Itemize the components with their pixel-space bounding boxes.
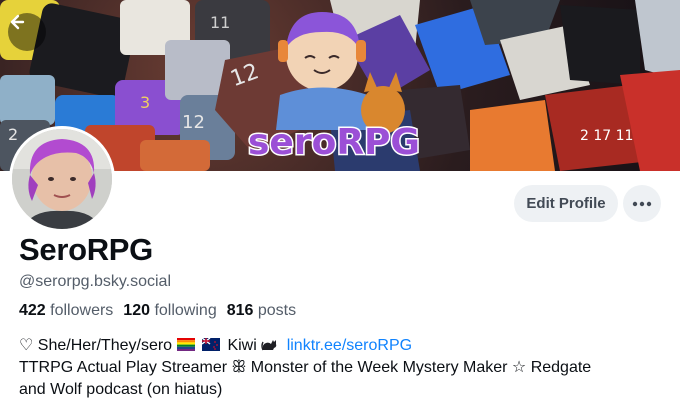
- avatar-photo: [12, 129, 112, 229]
- arrow-left-icon: [10, 14, 25, 30]
- bio-pronouns: ♡ She/Her/They/sero: [19, 337, 173, 354]
- svg-text:2 17 11: 2 17 11: [580, 128, 633, 144]
- followers-label: followers: [50, 302, 114, 319]
- new-zealand-flag-icon: [201, 338, 220, 351]
- ellipsis-icon: [632, 201, 652, 206]
- black-cat-icon: [261, 340, 277, 351]
- avatar[interactable]: [9, 126, 115, 232]
- followers-count: 422: [19, 302, 46, 319]
- display-name: SeroRPG: [19, 232, 153, 267]
- svg-text:2: 2: [8, 125, 18, 144]
- bio-line-1: ♡ She/Her/They/sero Kiwi linktr.ee/seroR…: [19, 335, 669, 357]
- svg-text:12: 12: [182, 112, 205, 133]
- following-stat[interactable]: 120 following: [123, 302, 216, 320]
- back-button[interactable]: [8, 13, 46, 51]
- edit-profile-button[interactable]: Edit Profile: [514, 185, 618, 222]
- bio-line-3: and Wolf podcast (on hiatus): [19, 381, 223, 398]
- profile-stats: 422 followers 120 following 816 posts: [19, 302, 296, 320]
- svg-text:seroRPG: seroRPG: [248, 122, 420, 163]
- svg-text:3: 3: [140, 93, 150, 112]
- svg-text:11: 11: [210, 13, 230, 32]
- following-count: 120: [123, 302, 150, 319]
- posts-stat: 816 posts: [227, 302, 296, 320]
- profile-bio: ♡ She/Her/They/sero Kiwi linktr.ee/seroR…: [19, 335, 669, 401]
- following-label: following: [154, 302, 217, 319]
- bio-line-2: TTRPG Actual Play Streamer ꕥ Monster of …: [19, 359, 592, 376]
- posts-label: posts: [257, 302, 297, 319]
- bio-linktree-link[interactable]: linktr.ee/seroRPG: [287, 337, 412, 354]
- more-options-button[interactable]: [623, 185, 661, 222]
- followers-stat[interactable]: 422 followers: [19, 302, 113, 320]
- posts-count: 816: [226, 302, 254, 319]
- bio-kiwi: Kiwi: [227, 337, 257, 354]
- rainbow-flag-icon: [176, 338, 195, 351]
- profile-handle: @serorpg.bsky.social: [19, 273, 171, 290]
